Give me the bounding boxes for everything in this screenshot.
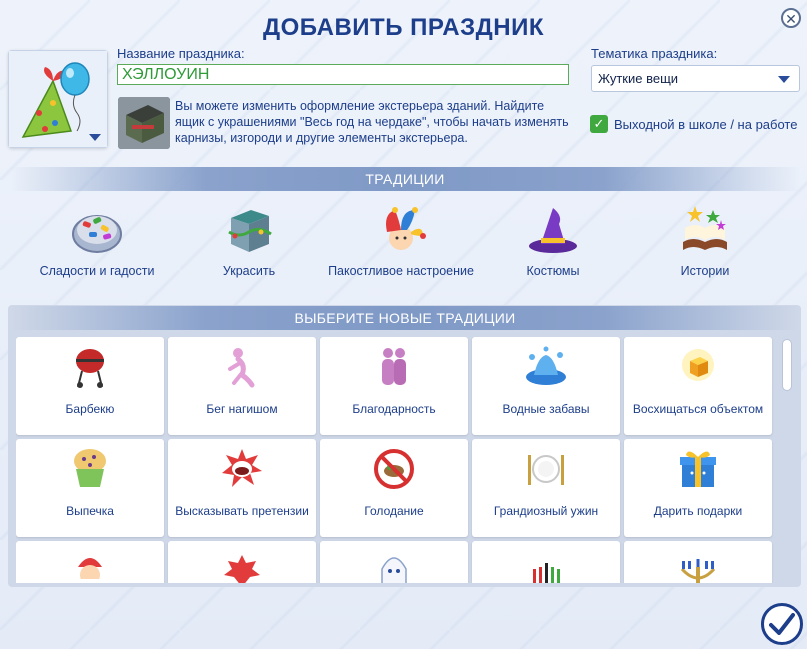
tradition-card[interactable] — [472, 541, 620, 583]
tradition-card[interactable]: Высказывать претензии — [168, 439, 316, 537]
tradition-card-label: Выпечка — [66, 504, 114, 518]
chevron-down-icon — [89, 134, 101, 141]
candy-bowl-icon — [69, 202, 125, 258]
hint-text: Вы можете изменить оформление экстерьера… — [175, 99, 569, 145]
tradition-card[interactable]: Грандиозный ужин — [472, 439, 620, 537]
muffin-icon — [16, 447, 164, 491]
theme-label: Тематика праздника: — [591, 46, 718, 61]
traditions-row: Сладости и гадости Украсить Пакостливое … — [10, 192, 800, 297]
tradition-card[interactable] — [320, 541, 468, 583]
jester-hat-icon — [373, 202, 429, 258]
tradition-label: Украсить — [222, 264, 276, 278]
hugging-people-icon — [320, 345, 468, 389]
scrollbar-thumb[interactable] — [782, 339, 792, 391]
tradition-label: Пакостливое настроение — [328, 264, 474, 278]
water-splash-icon — [472, 345, 620, 389]
glowing-cube-icon — [624, 345, 772, 389]
streaker-icon — [168, 345, 316, 389]
tradition-card-label: Грандиозный ужин — [493, 504, 599, 518]
gift-box-icon — [624, 447, 772, 491]
tradition-card[interactable]: Восхищаться объектом — [624, 337, 772, 435]
confirm-button[interactable] — [761, 603, 803, 645]
ghost-icon — [320, 549, 468, 583]
new-traditions-header: ВЫБЕРИТЕ НОВЫЕ ТРАДИЦИИ — [10, 306, 800, 330]
theme-selected-value: Жуткие вещи — [598, 71, 679, 86]
close-icon[interactable]: ✕ — [781, 8, 801, 28]
tradition-card[interactable] — [624, 541, 772, 583]
grill-icon — [16, 345, 164, 389]
holiday-icon-picker[interactable] — [8, 50, 108, 148]
grid-scrollbar[interactable] — [781, 337, 793, 583]
red-creature-icon — [168, 549, 316, 583]
tradition-item[interactable]: Истории — [630, 202, 780, 278]
day-off-label: Выходной в школе / на работе — [614, 116, 798, 132]
tradition-item[interactable]: Сладости и гадости — [22, 202, 172, 278]
decoration-crate-icon — [118, 97, 170, 149]
tradition-card[interactable]: Благодарность — [320, 337, 468, 435]
tradition-card-label: Благодарность — [352, 402, 436, 416]
tradition-card-label: Бег нагишом — [206, 402, 278, 416]
tradition-card-label: Восхищаться объектом — [632, 402, 764, 416]
holiday-name-input[interactable] — [117, 64, 569, 85]
story-book-icon — [677, 202, 733, 258]
tradition-label: Костюмы — [526, 264, 580, 278]
tradition-card-label: Высказывать претензии — [175, 504, 309, 518]
party-hat-balloon-icon — [9, 51, 107, 147]
tradition-card[interactable]: Бег нагишом — [168, 337, 316, 435]
tradition-label: Сладости и гадости — [39, 264, 155, 278]
tradition-card-label: Голодание — [364, 504, 424, 518]
day-off-checkbox-row[interactable]: ✓ Выходной в школе / на работе — [590, 115, 797, 133]
tradition-item[interactable]: Украсить — [174, 202, 324, 278]
tradition-card[interactable]: Дарить подарки — [624, 439, 772, 537]
dialog-title: ДОБАВИТЬ ПРАЗДНИК — [263, 14, 544, 41]
no-food-icon — [320, 447, 468, 491]
tradition-card[interactable] — [16, 541, 164, 583]
traditions-header: ТРАДИЦИИ — [10, 167, 800, 191]
tradition-item[interactable]: Пакостливое настроение — [326, 202, 476, 278]
shouting-mouth-icon — [168, 447, 316, 491]
tradition-label: Истории — [680, 264, 730, 278]
holiday-name-label: Название праздника: — [117, 46, 245, 61]
tradition-card-label: Дарить подарки — [653, 504, 743, 518]
dinner-plate-icon — [472, 447, 620, 491]
checkmark-icon — [769, 613, 795, 635]
tradition-card[interactable]: Барбекю — [16, 337, 164, 435]
tradition-card[interactable] — [168, 541, 316, 583]
tradition-item[interactable]: Костюмы — [478, 202, 628, 278]
santa-icon — [16, 549, 164, 583]
decoration-box-icon — [221, 202, 277, 258]
witch-hat-icon — [525, 202, 581, 258]
kinara-icon — [472, 549, 620, 583]
new-traditions-grid: Барбекю Бег нагишом Благодарность Водные… — [16, 337, 774, 583]
chevron-down-icon — [778, 76, 790, 83]
tradition-card-label: Барбекю — [65, 402, 115, 416]
tradition-card[interactable]: Голодание — [320, 439, 468, 537]
tradition-card[interactable]: Выпечка — [16, 439, 164, 537]
menorah-icon — [624, 549, 772, 583]
tradition-card-label: Водные забавы — [502, 402, 590, 416]
tradition-card[interactable]: Водные забавы — [472, 337, 620, 435]
day-off-checkbox[interactable]: ✓ — [590, 115, 608, 133]
theme-dropdown[interactable]: Жуткие вещи — [591, 65, 800, 92]
